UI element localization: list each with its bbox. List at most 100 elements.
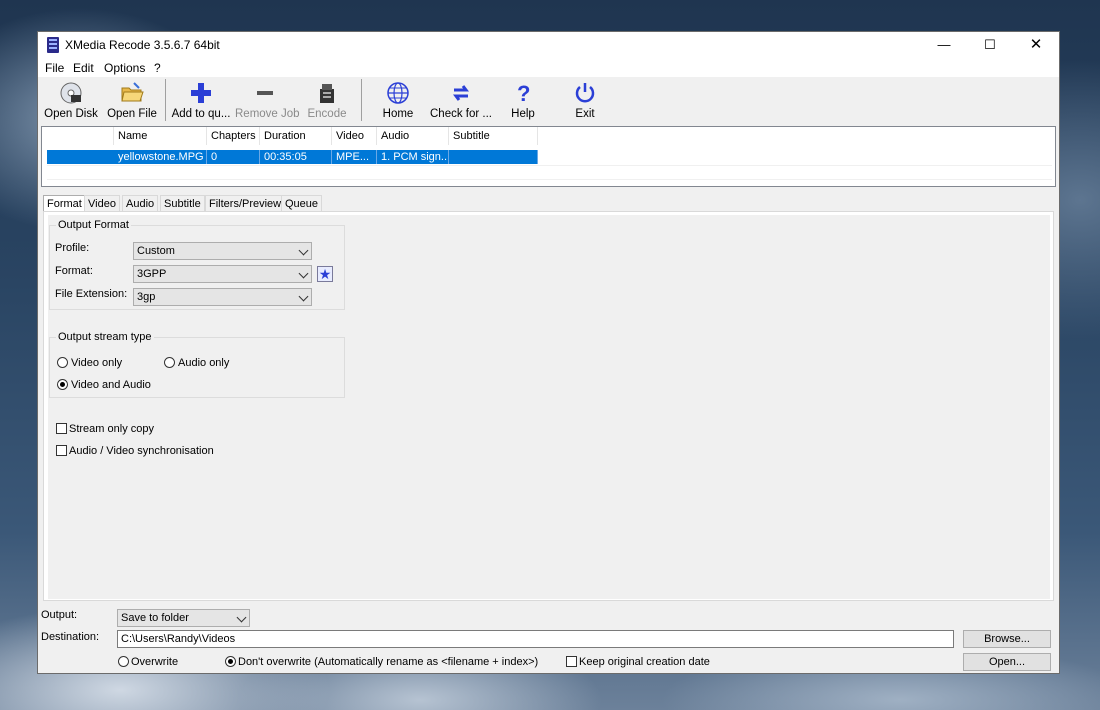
file-list-header: Name Chapters Duration Video Audio Subti… [42,127,1055,145]
globe-icon [386,81,410,105]
video-only-radio[interactable] [57,357,68,368]
cell-chapters: 0 [207,150,260,164]
title-bar: XMedia Recode 3.5.6.7 64bit — ☐ ✕ [38,32,1059,58]
column-header-audio[interactable]: Audio [377,127,449,145]
question-mark-icon: ? [511,81,535,106]
toolbar: Open Disk Open File Add to qu... Remove … [38,77,1059,125]
file-extension-dropdown[interactable]: 3gp [133,288,312,306]
audio-only-label: Audio only [178,357,230,369]
overwrite-label: Overwrite [131,656,179,668]
overwrite-radio[interactable] [118,656,129,667]
open-file-button[interactable]: Open File [104,79,160,123]
add-to-queue-label: Add to qu... [171,108,231,120]
tab-video[interactable]: Video [84,195,120,212]
profile-label: Profile: [55,242,90,254]
column-header-duration[interactable]: Duration [260,127,332,145]
remove-job-button[interactable]: Remove Job [235,79,300,123]
favorite-star-button[interactable]: ★ [317,266,333,282]
format-tab-content: Output Format Profile: Custom Format: 3G… [48,215,1050,599]
power-icon [573,81,597,105]
stream-only-copy-checkbox[interactable] [56,423,67,434]
open-folder-button[interactable]: Open... [963,653,1051,671]
table-row[interactable]: yellowstone.MPG 0 00:35:05 MPE... 1. PCM… [47,150,538,164]
file-list[interactable]: Name Chapters Duration Video Audio Subti… [41,126,1056,187]
keep-creation-date-label: Keep original creation date [579,656,710,668]
column-header-name[interactable]: Name [114,127,207,145]
group-title: Output stream type [56,331,154,343]
tab-subtitle[interactable]: Subtitle [160,195,205,212]
dont-overwrite-label: Don't overwrite (Automatically rename as… [238,656,539,668]
av-sync-label: Audio / Video synchronisation [69,445,214,457]
check-for-updates-button[interactable]: Check for ... [430,79,492,123]
cell-video: MPE... [332,150,377,164]
open-disk-label: Open Disk [44,108,98,120]
av-sync-checkbox[interactable] [56,445,67,456]
menu-edit[interactable]: Edit [73,61,94,75]
output-format-group: Output Format Profile: Custom Format: 3G… [49,219,345,310]
encode-label: Encode [307,108,347,120]
profile-dropdown[interactable]: Custom [133,242,312,260]
keep-creation-date-checkbox[interactable] [566,656,577,667]
minimize-button[interactable]: — [921,32,967,58]
format-dropdown[interactable]: 3GPP [133,265,312,283]
app-window: XMedia Recode 3.5.6.7 64bit — ☐ ✕ File E… [37,31,1060,674]
film-strip-icon [47,37,59,53]
chevron-down-icon [298,268,309,279]
encode-button[interactable]: Encode [302,79,352,123]
destination-value: C:\Users\Randy\Videos [121,633,236,645]
column-header-subtitle[interactable]: Subtitle [449,127,538,145]
check-for-updates-label: Check for ... [430,108,492,120]
plus-icon [189,81,213,105]
open-disk-button[interactable]: Open Disk [43,79,99,123]
chevron-down-icon [236,612,247,623]
output-label: Output: [41,609,78,621]
file-extension-label: File Extension: [55,288,128,300]
column-header-blank [42,127,114,145]
destination-label: Destination: [41,631,100,643]
exit-label: Exit [575,108,595,120]
cell-subtitle [449,150,538,164]
video-and-audio-radio[interactable] [57,379,68,390]
row-divider [47,179,1052,180]
add-to-queue-button[interactable]: Add to qu... [171,79,231,123]
tab-filters-preview[interactable]: Filters/Preview [205,195,286,212]
menu-file[interactable]: File [45,61,64,75]
maximize-button[interactable]: ☐ [967,32,1013,58]
open-file-label: Open File [107,108,157,120]
format-value: 3GPP [137,268,167,280]
column-header-video[interactable]: Video [332,127,377,145]
minus-icon [253,81,277,105]
toolbar-separator [361,79,362,121]
tab-audio[interactable]: Audio [122,195,159,212]
remove-job-label: Remove Job [235,108,300,120]
close-button[interactable]: ✕ [1013,32,1059,58]
video-and-audio-label: Video and Audio [71,379,151,391]
browse-button[interactable]: Browse... [963,630,1051,648]
output-dropdown[interactable]: Save to folder [117,609,250,627]
format-tab-panel: Output Format Profile: Custom Format: 3G… [43,211,1054,601]
stream-only-copy-label: Stream only copy [69,423,154,435]
column-header-chapters[interactable]: Chapters [207,127,260,145]
home-button[interactable]: Home [373,79,423,123]
group-title: Output Format [56,219,131,231]
dont-overwrite-radio[interactable] [225,656,236,667]
profile-value: Custom [137,245,175,257]
help-label: Help [511,108,535,120]
menu-help[interactable]: ? [154,61,161,75]
format-label: Format: [55,265,93,277]
tab-queue[interactable]: Queue [281,195,323,212]
destination-field[interactable]: C:\Users\Randy\Videos [117,630,954,648]
window-title: XMedia Recode 3.5.6.7 64bit [65,38,220,52]
film-camera-icon [315,81,339,105]
exit-button[interactable]: Exit [565,79,605,123]
menu-options[interactable]: Options [104,61,145,75]
toolbar-separator [165,79,166,121]
audio-only-radio[interactable] [164,357,175,368]
home-label: Home [382,108,414,120]
file-extension-value: 3gp [137,291,156,303]
help-button[interactable]: ? Help [503,79,543,123]
output-stream-type-group: Output stream type Video only Audio only… [49,331,345,398]
disc-icon [59,81,83,105]
folder-open-icon [120,81,144,105]
video-only-label: Video only [71,357,123,369]
